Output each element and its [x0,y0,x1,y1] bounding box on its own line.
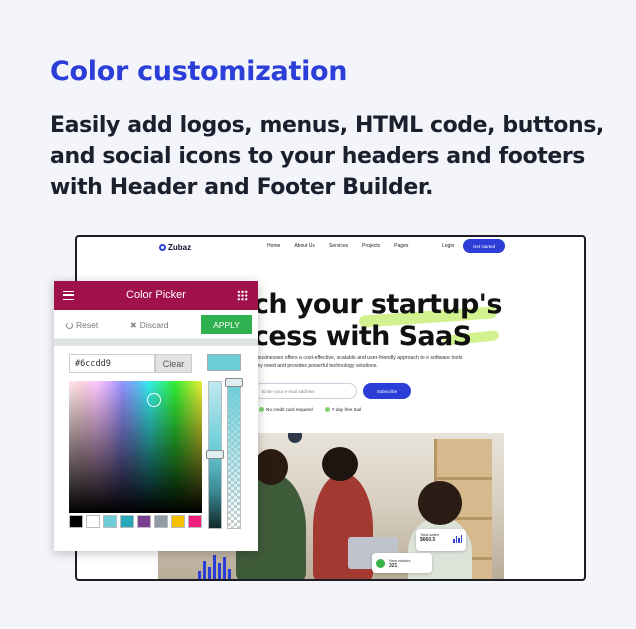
email-input[interactable]: Enter your e-mail address [253,383,357,399]
email-placeholder: Enter your e-mail address [262,388,315,394]
hero-heading-line-1: ch your startup's [253,289,502,320]
color-swatch[interactable] [69,515,83,528]
photo-person-head [322,447,358,481]
color-swatch[interactable] [120,515,134,528]
subscribe-button[interactable]: Subscribe [363,383,411,399]
nav-link-projects[interactable]: Projects [362,243,380,249]
photo-person-head [418,481,462,525]
hue-slider-handle[interactable] [206,450,224,459]
hero-checks: No credit card required 7-day free trial [259,407,361,413]
color-picker-actions: Reset ✖ Discard APPLY [54,310,258,339]
check-item-trial: 7-day free trial [324,407,361,413]
clear-button[interactable]: Clear [155,354,192,373]
hex-color-input[interactable] [69,354,155,373]
lamp-icon [288,433,302,443]
photo-person-head [254,449,288,485]
opacity-slider[interactable] [227,381,241,529]
color-picker-panel: Color Picker Reset ✖ Discard APPLY Clear [54,281,258,551]
preset-swatches [69,515,202,528]
color-swatch[interactable] [188,515,202,528]
site-nav: Zubaz Home About Us Services Projects Pa… [77,237,584,257]
nav-link-pages[interactable]: Pages [394,243,408,249]
color-swatch[interactable] [103,515,117,528]
color-swatch[interactable] [154,515,168,528]
check-icon [324,407,330,413]
discard-label: Discard [139,320,169,330]
mini-bar-chart-icon [453,535,462,543]
color-swatch[interactable] [171,515,185,528]
discard-button[interactable]: ✖ Discard [130,320,169,330]
grid-icon[interactable] [237,290,248,301]
site-logo[interactable]: Zubaz [159,243,191,252]
page-title: Color customization [50,56,348,87]
reset-button[interactable]: Reset [66,320,98,330]
stat-card-visitors: New visitors 321 [372,553,432,573]
check-icon [259,407,264,413]
color-picker-title: Color Picker [126,289,186,301]
color-picker-header: Color Picker [54,281,258,310]
logo-text: Zubaz [168,243,192,252]
saturation-value-area[interactable] [69,381,202,513]
nav-link-home[interactable]: Home [267,243,280,249]
reset-icon [66,321,73,329]
stat-card-value: 321 [389,562,398,569]
hero-subtext: e businesses offers a cost-effective, sc… [253,355,463,369]
color-cursor-handle[interactable] [147,393,161,407]
nav-links: Home About Us Services Projects Pages [267,243,408,249]
decor-bar-chart [198,551,231,579]
divider [54,339,258,346]
login-link[interactable]: Login [442,243,454,249]
close-icon: ✖ [130,320,137,330]
color-swatch[interactable] [86,515,100,528]
stat-card-label: New visitors [389,557,411,563]
color-swatch[interactable] [137,515,151,528]
get-started-button[interactable]: Get started [463,239,505,253]
hero-heading-line-2: cess with SaaS [253,321,472,352]
user-icon [376,558,385,568]
current-color-swatch [207,354,241,371]
nav-link-services[interactable]: Services [329,243,348,249]
nav-link-about[interactable]: About Us [294,243,315,249]
check-item-no-card: No credit card required [259,407,313,413]
stat-card-sales: Total sales $660.5 [416,529,466,551]
logo-icon [159,244,166,251]
reset-label: Reset [76,320,99,330]
opacity-slider-handle[interactable] [225,378,243,387]
apply-button[interactable]: APPLY [201,315,252,334]
page-description: Easily add logos, menus, HTML code, butt… [50,113,604,200]
